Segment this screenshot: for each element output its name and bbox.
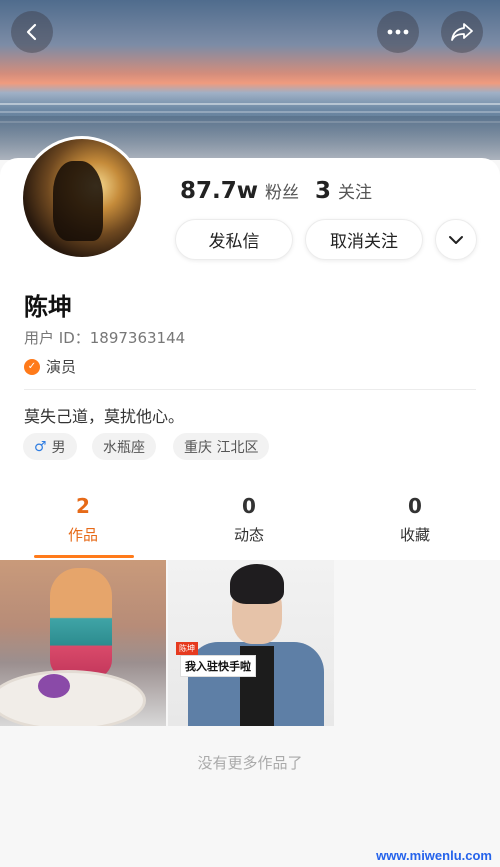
avatar[interactable] bbox=[20, 136, 144, 260]
tab-favorites-label: 收藏 bbox=[399, 526, 430, 544]
expand-recommend-button[interactable] bbox=[435, 219, 477, 260]
tab-works[interactable]: 2 作品 bbox=[0, 494, 166, 545]
unfollow-button[interactable]: 取消关注 bbox=[305, 219, 423, 260]
post-thumbnail[interactable]: 陈坤 我入驻快手啦 bbox=[168, 560, 334, 726]
no-more-works-text: 没有更多作品了 bbox=[197, 754, 303, 772]
zodiac-tag: 水瓶座 bbox=[92, 433, 156, 460]
certification: ✓ 演员 bbox=[24, 356, 76, 377]
certification-label: 演员 bbox=[46, 358, 77, 376]
post-thumbnail[interactable] bbox=[0, 560, 166, 726]
post-overlay-caption: 我入驻快手啦 bbox=[180, 655, 256, 677]
followers-count: 87.7w bbox=[180, 178, 258, 204]
tab-moments-label: 动态 bbox=[233, 526, 264, 544]
user-name: 陈坤 bbox=[24, 293, 72, 321]
share-button[interactable] bbox=[441, 11, 483, 53]
gender-tag: ♂ 男 bbox=[23, 433, 77, 460]
tab-favorites-count: 0 bbox=[408, 494, 422, 518]
tab-works-label: 作品 bbox=[67, 526, 98, 544]
more-button[interactable] bbox=[377, 11, 419, 53]
followers-stat[interactable]: 87.7w 粉丝 bbox=[180, 178, 299, 204]
send-message-button[interactable]: 发私信 bbox=[175, 219, 293, 260]
back-button[interactable] bbox=[11, 11, 53, 53]
back-chevron-icon bbox=[26, 23, 37, 41]
following-label: 关注 bbox=[338, 183, 373, 203]
tab-works-count: 2 bbox=[76, 494, 90, 518]
tab-moments-count: 0 bbox=[242, 494, 256, 518]
male-icon: ♂ bbox=[34, 438, 47, 455]
watermark: www.miwenlu.com bbox=[376, 848, 492, 863]
more-dots-icon bbox=[387, 29, 409, 35]
divider bbox=[24, 389, 476, 390]
location-tag: 重庆 江北区 bbox=[173, 433, 270, 460]
chevron-down-icon bbox=[449, 235, 463, 244]
active-tab-indicator bbox=[34, 555, 134, 558]
user-id[interactable]: 用户 ID：1897363144 bbox=[24, 327, 185, 348]
followers-label: 粉丝 bbox=[265, 183, 299, 203]
tab-moments[interactable]: 0 动态 bbox=[166, 494, 332, 545]
following-count: 3 bbox=[315, 178, 332, 204]
user-bio: 莫失己道，莫扰他心。 bbox=[24, 407, 185, 426]
tab-favorites[interactable]: 0 收藏 bbox=[332, 494, 498, 545]
share-arrow-icon bbox=[451, 23, 473, 41]
following-stat[interactable]: 3 关注 bbox=[315, 178, 372, 204]
post-overlay-tag: 陈坤 bbox=[176, 642, 198, 655]
verified-check-icon: ✓ bbox=[24, 358, 40, 375]
